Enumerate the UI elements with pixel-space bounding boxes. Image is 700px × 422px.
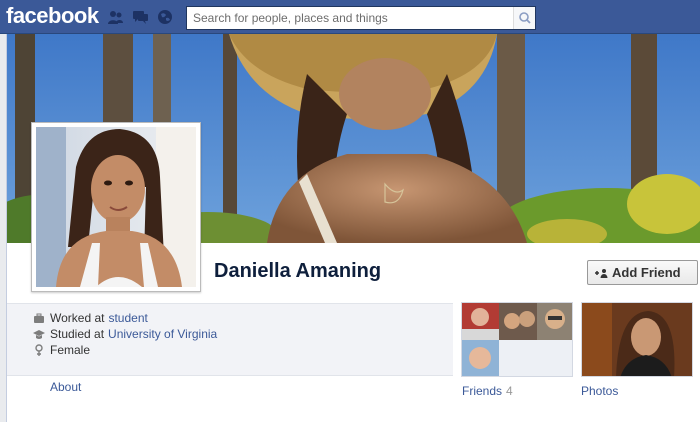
notifications-globe-icon[interactable] [157, 9, 174, 25]
profile-page: Daniella Amaning Add Friend Worked at st… [6, 34, 700, 422]
profile-photo [36, 127, 196, 287]
work-link[interactable]: student [108, 311, 147, 325]
friends-count: 4 [506, 384, 513, 398]
friends-label-row[interactable]: Friends 4 [462, 384, 513, 398]
add-friend-icon [595, 268, 608, 278]
add-friend-button[interactable]: Add Friend [587, 260, 698, 285]
friends-tile[interactable] [461, 302, 573, 377]
profile-name: Daniella Amaning [214, 260, 382, 282]
education-row: Studied at University of Virginia [33, 326, 217, 342]
photos-thumbnail [582, 303, 692, 376]
graduation-cap-icon [33, 330, 45, 339]
about-link[interactable]: About [50, 380, 81, 394]
search-input[interactable] [187, 7, 513, 29]
female-icon [35, 344, 43, 356]
gender-value: Female [50, 343, 91, 357]
add-friend-label: Add Friend [612, 265, 681, 280]
top-bar: facebook [0, 0, 700, 34]
work-row: Worked at student [33, 310, 148, 326]
education-link[interactable]: University of Virginia [108, 327, 217, 341]
photos-tile[interactable] [581, 302, 693, 377]
friends-thumbnails [462, 303, 572, 376]
gender-row: Female [33, 342, 90, 358]
briefcase-icon [34, 313, 44, 323]
search-icon [519, 12, 531, 24]
education-prefix: Studied at [50, 327, 105, 341]
facebook-logo[interactable]: facebook [6, 3, 99, 29]
messages-icon[interactable] [132, 9, 149, 25]
profile-picture[interactable] [31, 122, 201, 292]
search-button[interactable] [513, 7, 535, 29]
search-box [186, 6, 536, 30]
friends-label[interactable]: Friends [462, 384, 502, 398]
work-prefix: Worked at [50, 311, 105, 325]
friend-requests-icon[interactable] [107, 9, 124, 25]
photos-label[interactable]: Photos [581, 384, 618, 398]
intro-box: Worked at student Studied at University … [7, 303, 453, 376]
